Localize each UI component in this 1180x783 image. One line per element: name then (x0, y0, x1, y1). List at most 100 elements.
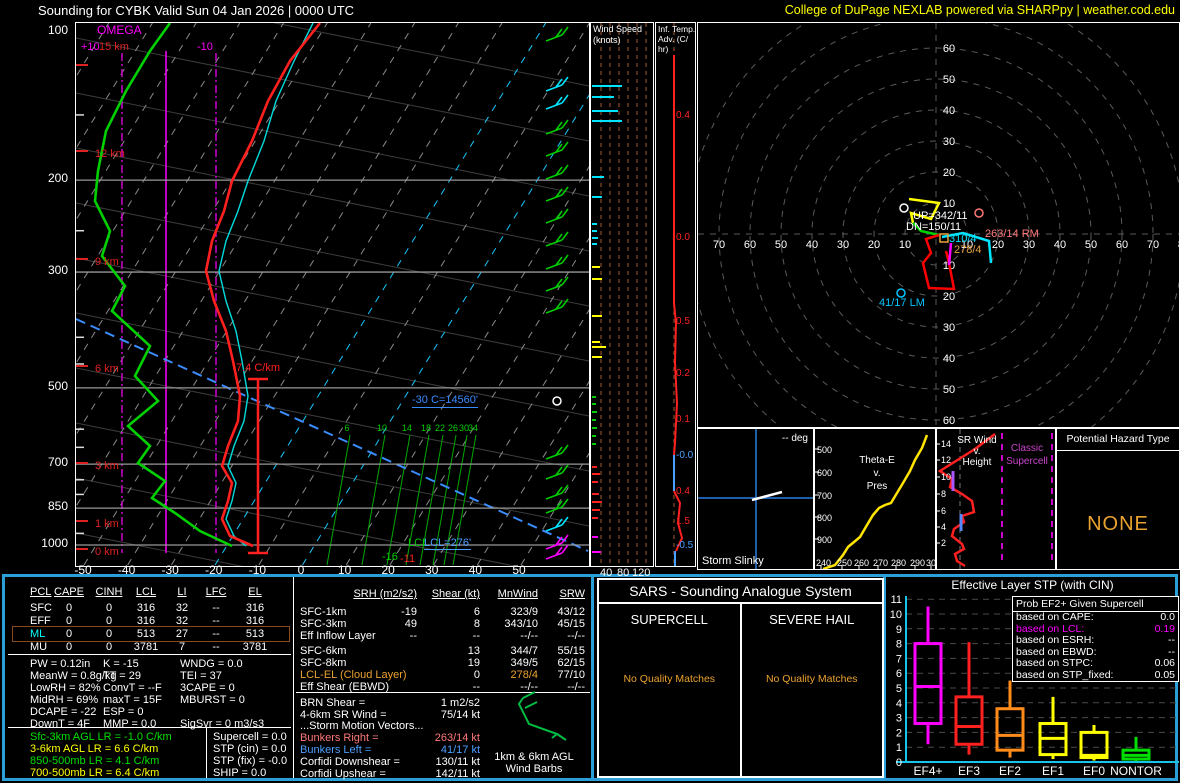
stp-category-label: EF0 (1083, 764, 1105, 778)
stp-ytick: 10 (890, 609, 902, 621)
kinematics-row-label: LCL-EL (Cloud Layer) (300, 669, 407, 681)
surface-dewpoint-label: -16 (382, 551, 398, 563)
lapse-rate-row: 850-500mb LR = 4.1 C/km (30, 755, 159, 767)
stp-category-label: EF1 (1042, 764, 1064, 778)
thermo-index: ConvT = --F (103, 682, 162, 694)
hodograph-panel[interactable]: 1020304050601020304050601020304050607010… (697, 22, 1180, 428)
skewt-plot: 610141822263034 (76, 23, 589, 566)
wind-speed-bar (592, 493, 599, 495)
wind-barb (546, 150, 562, 156)
theta-e-title: Pres (867, 481, 888, 492)
wind-speed-bar (592, 96, 614, 98)
temp-axis-label: 10 (331, 564, 359, 577)
wind-speed-bar (592, 315, 602, 317)
wind-barb (546, 85, 562, 91)
isotherm-line (76, 23, 240, 565)
hodo-axis-label: 10 (899, 239, 911, 251)
wind-speed-panel[interactable] (590, 22, 654, 567)
pressure-axis-label: 700 (28, 456, 68, 469)
sr-wind-ytick: 6 (941, 506, 946, 516)
wind-speed-bar (592, 85, 622, 87)
wind-barb (546, 195, 562, 201)
sr-wind-ytick: 4 (941, 522, 946, 532)
storm-motion-value: 130/11 kt (410, 756, 480, 768)
credit-text: College of DuPage NEXLAB powered via SHA… (785, 3, 1175, 17)
classic-supercell-label: Supercell (1006, 456, 1048, 467)
temperature-profile (206, 23, 320, 546)
sr-wind-ytick: 2 (941, 538, 946, 548)
temp-axis-label: 40 (461, 564, 489, 577)
theta-e-title: v. (873, 468, 880, 479)
thermo-index: LowRH = 82% (30, 682, 101, 694)
theta-e-xtick: 260 (854, 558, 869, 568)
stp-ytick: 6 (896, 668, 902, 680)
wind-speed-bar (592, 419, 596, 421)
wind-speed-bar (592, 176, 604, 178)
sr-wind-46-value: 75/14 kt (420, 709, 480, 721)
dry-adiabat-line (76, 368, 589, 471)
sr-wind-panel[interactable]: 1412108642SR Windv.HeightClassicSupercel… (936, 428, 1056, 570)
isotherm-line (76, 23, 284, 565)
isotherm-line (76, 23, 196, 565)
stp-ytick: 8 (896, 639, 902, 651)
isotherm-line (171, 23, 502, 565)
shear-value: 0 (420, 669, 480, 681)
temp-adv-value-label: -0.0 (676, 450, 693, 461)
composite-index: STP (cin) = 0.0 (213, 743, 286, 755)
stp-ytick: 0 (896, 757, 902, 769)
thermo-index: SigSvr = 0 m3/s3 (180, 718, 264, 730)
hazard-panel[interactable]: Potential Hazard Type NONE (1056, 428, 1180, 570)
wind-speed-axis-label: 120 (632, 567, 650, 579)
hodo-axis-label: 40 (943, 105, 955, 117)
theta-e-panel[interactable]: 500600700800900240250260270280290300Thet… (814, 428, 936, 570)
isotherm-line (434, 23, 589, 565)
storm-motion-value: 41/17 kt (410, 744, 480, 756)
mixing-ratio-label: 6 (344, 423, 349, 433)
skewt-panel[interactable]: 610141822263034 (75, 22, 590, 567)
hail-growth-label: -30 C=14560' (412, 394, 478, 408)
mixing-ratio-label: 26 (448, 423, 458, 433)
pressure-axis-label: 1000 (28, 537, 68, 550)
thermo-index: maxT = 15F (103, 694, 162, 706)
prob-ef2-row: based on STPC:0.06 (1013, 658, 1178, 670)
height-label: 15 km (99, 41, 129, 53)
mixing-ratio-label: 34 (468, 423, 478, 433)
height-label: 1 km (95, 518, 119, 530)
temp-adv-value-label: 0.5 (676, 316, 690, 327)
stp-category-label: EF2 (999, 764, 1021, 778)
divider (8, 654, 291, 655)
temp-adv-value-label: 1.5 (676, 516, 690, 527)
height-label: 6 km (95, 363, 119, 375)
wind-barb (562, 232, 568, 240)
theta-e-ytick: 700 (817, 491, 832, 501)
prob-ef2-label: based on ESRH: (1016, 635, 1094, 647)
hodo-axis-label: 80 (1178, 239, 1179, 251)
temp-axis-label: -50 (69, 564, 97, 577)
height-label: 9 km (95, 256, 119, 268)
wind-speed-bar (592, 230, 597, 232)
wind-speed-bar (592, 243, 597, 245)
stp-ytick: 11 (891, 594, 902, 606)
parcel-value: 0 (49, 641, 89, 653)
storm-slinky-panel[interactable]: -- deg Storm Slinky (697, 428, 814, 570)
hodo-axis-label: 50 (1085, 239, 1097, 251)
temp-axis-label: -20 (200, 564, 228, 577)
storm-slinky-plot (698, 429, 813, 569)
hodo-axis-label: 30 (943, 136, 955, 148)
hodo-axis-label: 60 (943, 415, 955, 427)
slinky-title: Storm Slinky (702, 555, 764, 567)
wind-speed-bar (592, 356, 602, 358)
temp-adv-value-label: 0.0 (676, 232, 690, 243)
wind-barb (546, 173, 562, 179)
hodo-axis-label: 20 (943, 167, 955, 179)
isotherm-line (76, 23, 152, 565)
hodo-axis-label: 50 (943, 74, 955, 86)
theta-e-ytick: 800 (817, 513, 832, 523)
sars-column-header: SUPERCELL (599, 612, 740, 627)
height-label: 3 km (95, 460, 119, 472)
parcel-table-header: LFC (196, 586, 236, 598)
composite-index: SHIP = 0.0 (213, 767, 266, 779)
parcel-value: 3781 (233, 641, 277, 653)
stp-ytick: 7 (896, 653, 902, 665)
wind-barb (562, 165, 568, 173)
